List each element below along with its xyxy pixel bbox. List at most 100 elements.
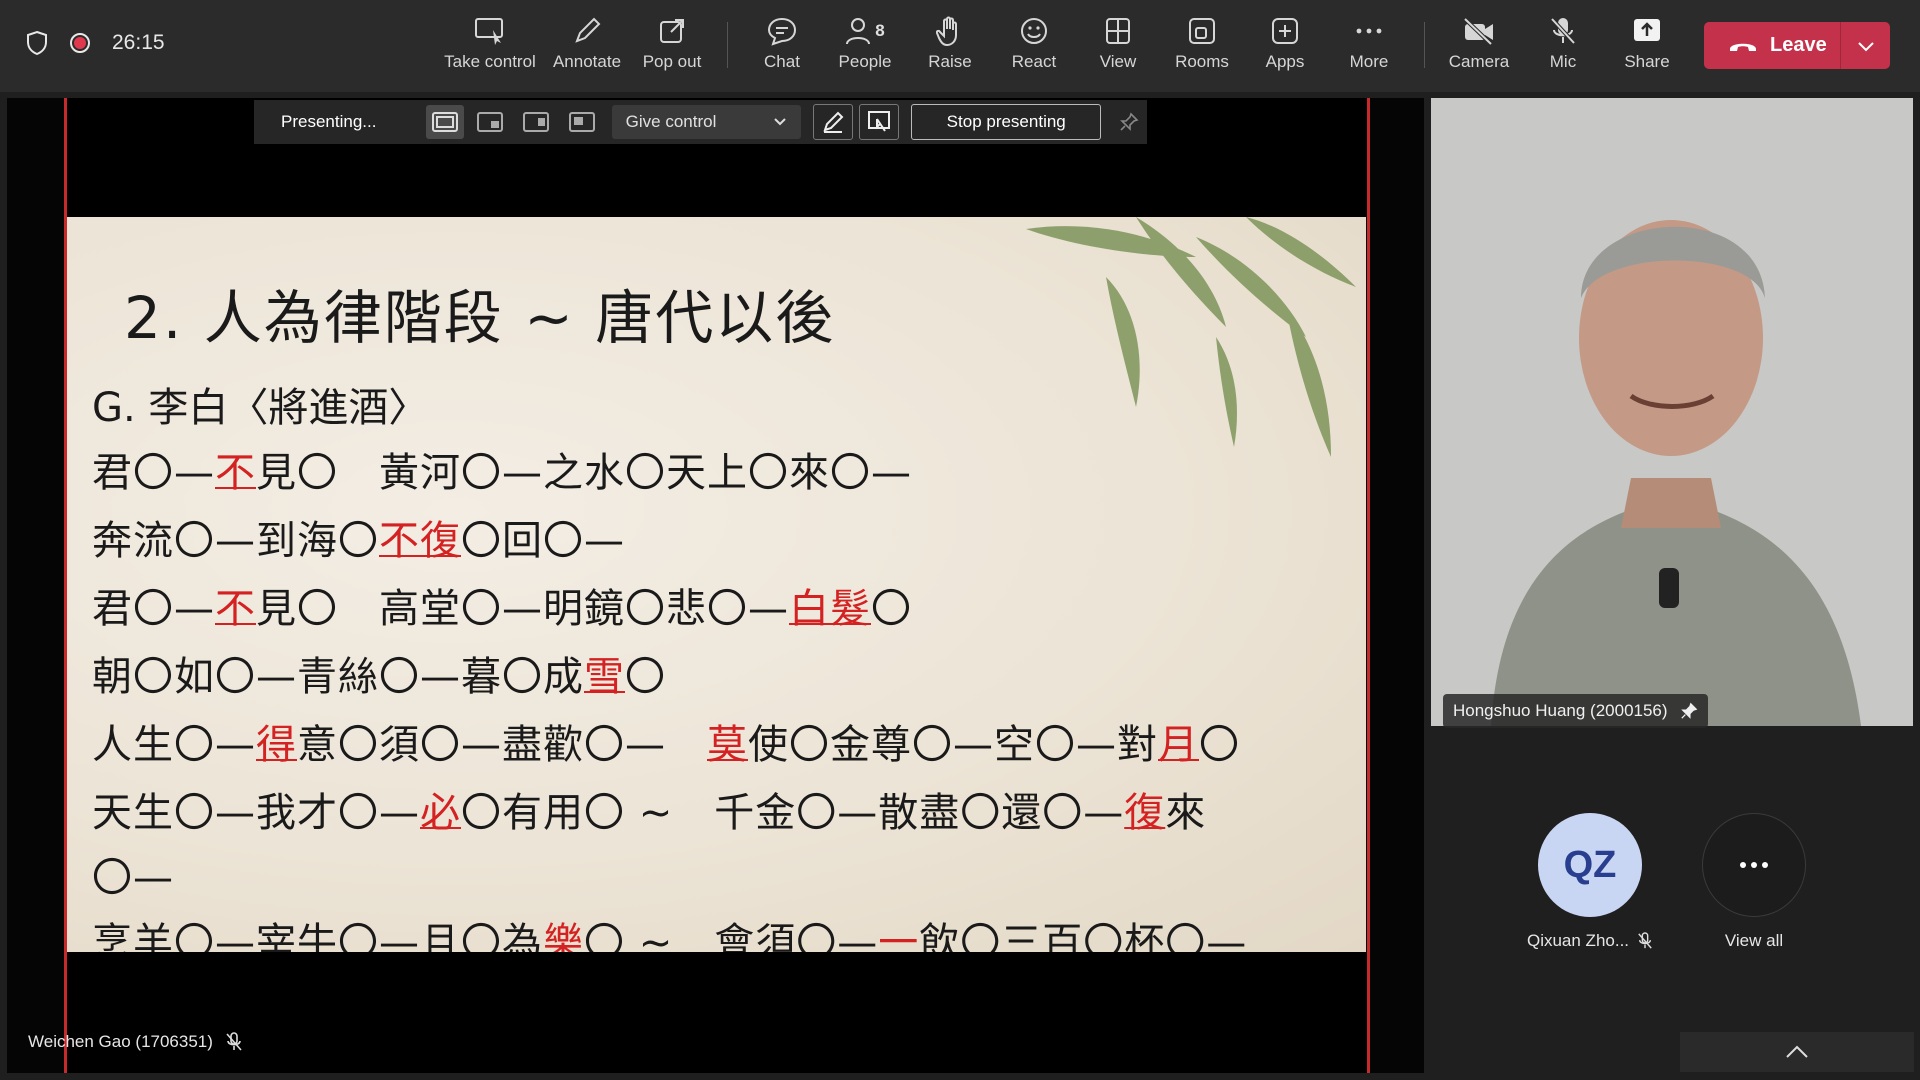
toolbar-divider [727,22,728,68]
chevron-up-icon [1786,1045,1808,1058]
layout-content-icon [431,112,458,132]
mic-off-icon [1550,17,1576,45]
more-icon [1740,862,1768,868]
line-text: 君〇— [92,450,215,496]
spotlight-video[interactable] [1431,98,1913,726]
participant-tile[interactable]: QZ Qixuan Zho... [1520,813,1660,951]
raise-label: Raise [928,52,972,71]
layout-side-by-side-button[interactable] [516,105,556,139]
collapse-gallery-button[interactable] [1680,1032,1914,1072]
share-icon [1634,19,1660,41]
more-button[interactable]: More [1324,14,1414,78]
spotlight-name-chip: Hongshuo Huang (2000156) [1443,694,1708,728]
avatar: QZ [1538,813,1642,917]
highlighted-text: 白髮 [789,586,871,632]
poem-line: 奔流〇—到海〇不復〇回〇— [92,508,625,566]
camera-off-icon [1463,17,1493,46]
camera-button[interactable]: Camera [1434,14,1524,78]
smiley-icon [1021,18,1047,44]
line-text: 朝〇如〇—青絲〇—暮〇成 [92,654,584,700]
line-text: 〇有用〇 ~ 千金〇—散盡〇還〇— [461,790,1125,836]
react-button[interactable]: React [989,14,1079,78]
chat-button[interactable]: Chat [737,14,827,78]
view-all-tile[interactable]: View all [1684,813,1824,951]
poem-line: 烹羊〇—宰牛〇—且〇為樂〇 ~ 會須〇—一飲〇三百〇杯〇— [92,910,1247,952]
presenter-toolbar: Presenting... Give control Stop presenti… [254,100,1147,144]
hand-icon [936,16,957,47]
line-text: 奔流〇—到海〇 [92,518,379,564]
highlighted-text: 得 [256,722,297,768]
line-text: 使〇金尊〇—空〇—對 [748,722,1158,768]
give-control-dropdown[interactable]: Give control [611,105,802,139]
highlighted-text: 一 [878,920,920,952]
give-control-label: Give control [625,112,717,131]
grid-view-icon [1106,18,1130,44]
speaker-video-feed [1431,98,1913,726]
poem-line: 君〇—不見〇 高堂〇—明鏡〇悲〇—白髮〇 [92,576,912,634]
leave-button[interactable]: Leave [1704,22,1840,69]
take-control-icon [475,18,503,45]
pin-toolbar-button[interactable] [1111,105,1147,139]
leave-label: Leave [1770,34,1827,56]
share-label: Share [1624,52,1670,71]
line-text: 飲〇三百〇杯〇— [919,920,1248,952]
shield-icon [27,30,47,56]
annotate-label: Annotate [552,52,622,71]
line-text: 意〇須〇—盡歡〇— [297,722,707,768]
line-text: 〇 [871,586,912,632]
take-control-button[interactable]: Take control [444,14,536,78]
poem-line: 〇— [92,845,174,903]
stop-presenting-button[interactable]: Stop presenting [911,104,1102,140]
layout-side-by-side-icon [522,112,549,132]
pop-out-icon [660,19,684,43]
rooms-button[interactable]: Rooms [1157,14,1247,78]
line-text: 烹羊〇—宰牛〇—且〇為 [92,920,543,952]
meeting-toolbar: 26:15 Take control Annotate Pop out Chat… [0,0,1920,92]
mic-button[interactable]: Mic [1518,14,1608,78]
pin-icon [1680,702,1697,719]
leave-options-button[interactable] [1841,40,1890,52]
pop-out-button[interactable]: Pop out [627,14,717,78]
pop-out-label: Pop out [642,52,702,71]
plus-icon [1272,18,1298,44]
line-text: 〇 ~ 會須〇— [584,920,879,952]
view-label: View [1099,52,1137,71]
highlighted-text: 不 [215,450,256,496]
pen-icon [823,111,844,133]
view-button[interactable]: View [1073,14,1163,78]
line-text: 君〇— [92,586,215,632]
view-all-button[interactable] [1702,813,1806,917]
participant-label: Qixuan Zho... [1527,931,1653,951]
rooms-icon [1189,18,1215,44]
highlighted-text: 莫 [707,722,748,768]
pointer-icon [868,111,891,132]
chat-icon [767,17,797,46]
layout-standout-button[interactable] [470,105,510,139]
people-button[interactable]: 8 People [820,14,910,78]
line-text: 〇 [1199,722,1240,768]
highlighted-text: 樂 [543,920,584,952]
line-text: 來 [1165,790,1207,836]
apps-button[interactable]: Apps [1240,14,1330,78]
layout-content-only-button[interactable] [425,105,464,139]
presenting-status: Presenting... [281,112,377,131]
people-count: 8 [875,21,885,40]
highlighted-text: 復 [1124,790,1166,836]
layout-reporter-button[interactable] [562,105,602,139]
react-label: React [1011,52,1057,71]
line-text: 見〇 黃河〇—之水〇天上〇來〇— [256,450,912,496]
highlighted-text: 月 [1158,722,1199,768]
annotate-presenter-button[interactable] [813,104,854,140]
layout-reporter-icon [568,112,595,132]
share-button[interactable]: Share [1602,14,1692,78]
bamboo-leaves-decoration [1026,217,1356,457]
raise-hand-button[interactable]: Raise [905,14,995,78]
pin-icon [1120,112,1139,131]
annotate-button[interactable]: Annotate [542,14,632,78]
phone-hangup-icon [1730,43,1756,51]
line-text: 〇回〇— [461,518,625,564]
shared-slide: 2. 人為律階段 ~ 唐代以後 G. 李白〈將進酒〉 君〇—不見〇 黃河〇—之水… [67,217,1366,952]
pointer-button[interactable] [859,104,900,140]
meeting-status: 26:15 [26,30,165,56]
poem-line: 朝〇如〇—青絲〇—暮〇成雪〇 [92,644,666,702]
